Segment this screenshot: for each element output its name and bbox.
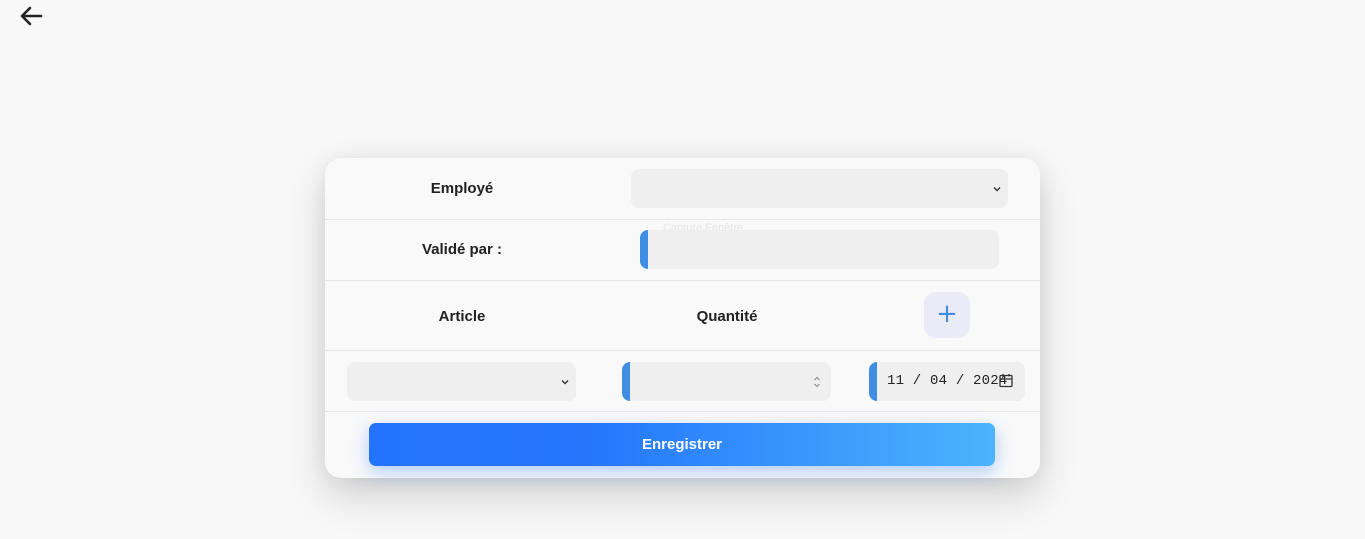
date-input[interactable]: 11 / 04 / 2024 (869, 362, 1025, 401)
back-button[interactable] (17, 3, 45, 29)
stock-form-card: Employé Capture Fenêtre Validé par : Art… (325, 158, 1040, 478)
arrow-left-icon (20, 6, 43, 26)
date-value: 11 / 04 / 2024 (887, 373, 1008, 389)
article-select[interactable] (347, 362, 576, 401)
validated-by-label: Validé par : (421, 241, 503, 258)
calendar-icon[interactable] (999, 373, 1013, 388)
validated-by-input[interactable] (640, 230, 999, 269)
chevron-down-icon (993, 186, 1001, 191)
employee-select[interactable] (631, 169, 1008, 208)
save-button[interactable]: Enregistrer (369, 423, 995, 466)
plus-icon: + (936, 299, 958, 329)
chevron-down-icon (561, 379, 569, 384)
employee-row: Employé (325, 158, 1040, 220)
quantity-header: Quantité (696, 308, 758, 325)
item-row: 11 / 04 / 2024 (325, 351, 1040, 412)
validated-by-row: Validé par : (325, 220, 1040, 281)
add-item-button[interactable]: + (924, 292, 970, 338)
spinner-icon[interactable] (813, 375, 821, 389)
employee-label: Employé (430, 180, 494, 197)
quantity-input[interactable] (622, 362, 831, 401)
article-header: Article (438, 308, 486, 325)
